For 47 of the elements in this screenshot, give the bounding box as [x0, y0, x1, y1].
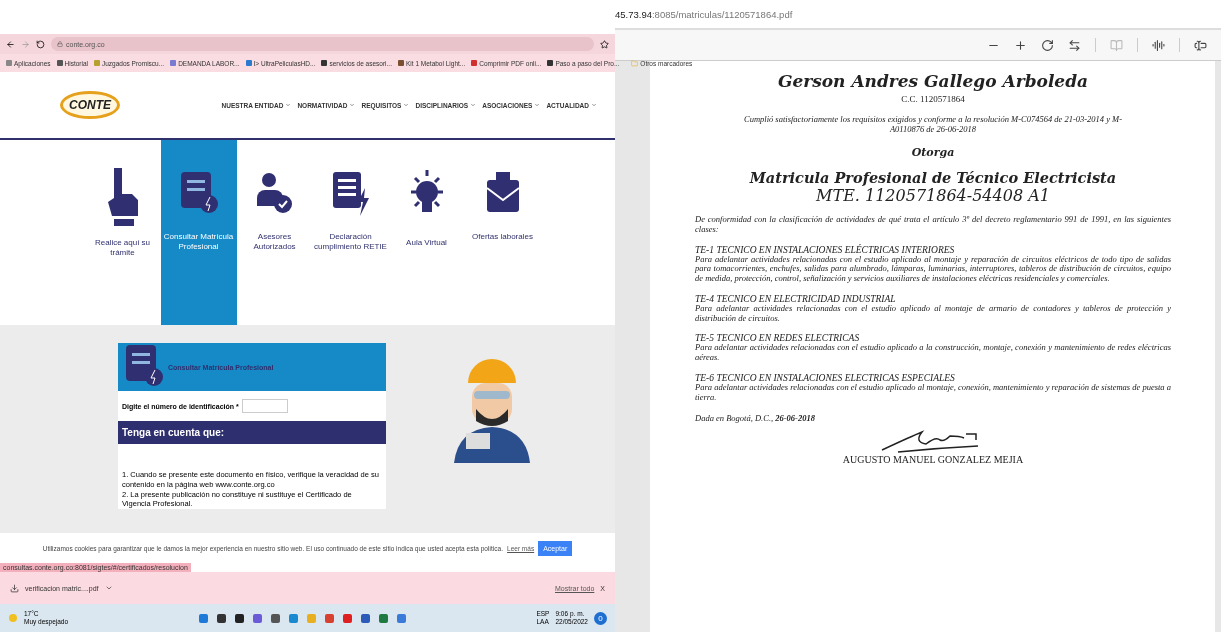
chevron-down-icon	[285, 102, 292, 108]
chevron-down-icon	[470, 102, 477, 108]
star-icon[interactable]	[600, 39, 609, 49]
class-heading: TE-6 TECNICO EN INSTALACIONES ELECTRICAS ESPECIALES	[695, 372, 956, 383]
chevron-down-icon	[349, 102, 356, 108]
service-tile[interactable]: Ofertas laborales	[464, 140, 541, 325]
chevron-down-icon	[591, 102, 597, 108]
service-tile[interactable]: Consultar Matrícula Profesional	[160, 140, 237, 325]
license-title: Matricula Profesional de Técnico Electricista	[749, 169, 1117, 186]
service-tile[interactable]: Declaración cumplimiento RETIE	[312, 140, 389, 325]
pdf-url: 45.73.94:8085/matriculas/1120571864.pdf	[615, 8, 793, 20]
chevron-icon[interactable]	[104, 584, 113, 592]
id-input-field[interactable]	[241, 399, 288, 413]
class-description: Para adelantar actividades relacionadas con el estudio aplicado al montaje de armario de contadores y tableros de protección y distribución de circuitos.	[695, 303, 1171, 324]
holder-name: Gerson Andres Gallego Arboleda	[777, 71, 1089, 91]
lock-icon	[57, 41, 63, 47]
grants-heading: Otorga	[911, 146, 955, 159]
id-number: C.C. 1120571864	[901, 94, 965, 104]
class-heading: TE-5 TECNICO EN REDES ELECTRICAS	[695, 333, 861, 344]
intro-text: De conformidad con la clasificación de actividades de qué trata el artículo 3º del decreto reglamentario 991 de 1991, en las siguientes clases:	[695, 215, 1171, 235]
read-aloud-icon[interactable]	[1152, 38, 1165, 52]
chevron-down-icon	[403, 102, 410, 108]
pointing-hand-icon	[105, 166, 140, 228]
class-description: Para adelantar actividades relacionadas con el estudio aplicado al montaje, conexión, mantenimiento y reparación de sistemas de puesta a tierra.	[695, 382, 1171, 403]
service-tile[interactable]: Aula Virtual	[388, 140, 465, 325]
signer-name: AUGUSTO MANUEL GONZALEZ MEJIA	[842, 454, 1024, 466]
class-heading: TE-1 TECNICO EN INSTALACIONES ELÉCTRICAS INTERIORES	[695, 244, 956, 255]
class-description: Para adelantar actividades relacionadas con el estudio aplicado a la construcción, montaje, conexión y mantenimiento de redes eléctricas aéreas.	[695, 343, 1171, 363]
notice-heading: Tenga en cuenta que:	[118, 421, 386, 444]
class-description: Para adelantar actividades relacionadas con el estudio aplicado al montaje y reparación de circuitos eléctricos de todo tipo de salidas para tomacorrientes, enchufes, salidas para alumbrado, lámparas, luminarias, interruptores, tableros de distribución de circuitos, equipo de medida, protección, control, señalización y servicios auxiliares de instalaciones eléctricas residenciales y comerciales.	[695, 254, 1171, 284]
weather-icon	[8, 613, 18, 623]
app-icon[interactable]	[395, 612, 407, 624]
site-logo[interactable]: CONTE	[60, 91, 120, 119]
class-heading: TE-4 TECNICO EN ELECTRICIDAD INDUSTRIAL	[695, 293, 897, 304]
rotate-icon[interactable]	[1041, 38, 1054, 52]
chevron-down-icon	[534, 102, 541, 108]
compliance-statement: Cumplió satisfactoriamente los requisitos exigidos y conforme a la resolución M-C074564 de 21-03-2014 y M-A0110876 de 26-06-2018	[742, 114, 1123, 134]
fit-width-icon[interactable]	[1068, 38, 1081, 52]
notification-badge[interactable]: 0	[594, 611, 607, 625]
zoom-in-icon[interactable]	[1014, 38, 1027, 52]
reload-icon[interactable]	[36, 39, 45, 49]
service-tile[interactable]: Realice aquí su trámite	[84, 140, 161, 325]
back-icon[interactable]	[6, 39, 15, 49]
text-box-icon[interactable]	[1194, 38, 1207, 52]
license-code: MTE. 1120571864-54408 A1	[816, 186, 1050, 205]
issue-date-text: Dada en Bogotá, D.C., 26-06-2018	[695, 414, 816, 425]
service-tile[interactable]: Asesores Autorizados	[236, 140, 313, 325]
